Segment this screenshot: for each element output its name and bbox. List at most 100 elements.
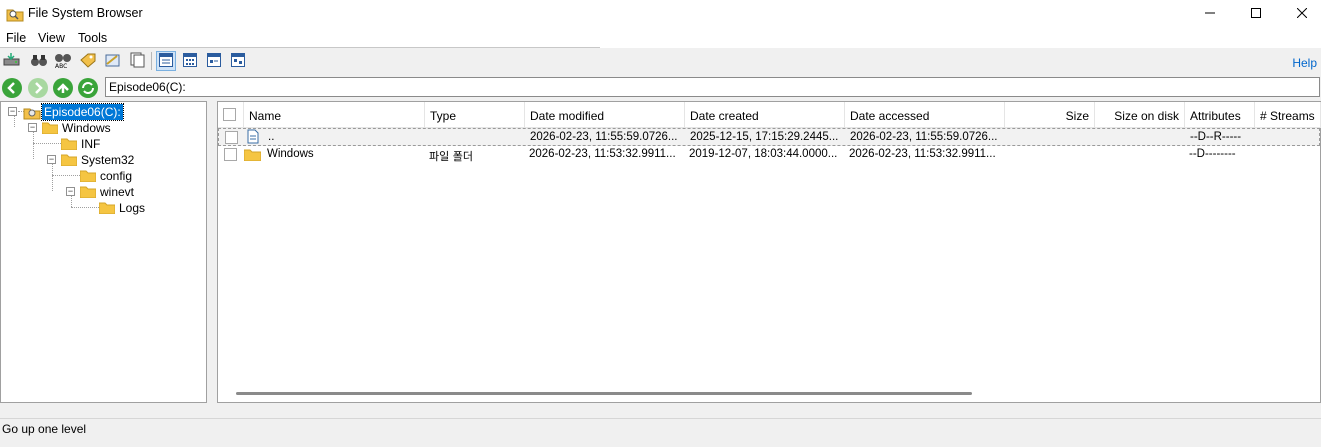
tag-icon — [79, 52, 97, 71]
thumbnails-view-icon — [231, 52, 245, 70]
tree-item-root[interactable]: Episode06(C): — [41, 103, 124, 121]
scrollbar-thumb[interactable] — [236, 392, 972, 395]
list-view-button[interactable] — [204, 51, 224, 71]
tree-connector — [71, 195, 72, 207]
toolbar: ABC Help — [0, 48, 1321, 75]
row-checkbox[interactable] — [224, 148, 237, 161]
window-title: File System Browser — [28, 6, 143, 20]
drive-icon — [23, 104, 41, 123]
cell-date-accessed: 2026-02-23, 11:53:32.9911... — [849, 148, 996, 160]
details-view-button[interactable] — [156, 51, 176, 71]
cell-date-modified: 2026-02-23, 11:55:59.0726... — [530, 131, 678, 143]
row-checkbox[interactable] — [225, 131, 238, 144]
refresh-button[interactable] — [78, 78, 98, 98]
copy-button[interactable] — [127, 51, 147, 71]
cell-attributes: --D-------- — [1189, 148, 1236, 160]
tree-connector — [33, 131, 34, 159]
folder-icon — [243, 148, 262, 164]
help-link[interactable]: Help — [1292, 56, 1317, 70]
back-icon — [2, 82, 22, 101]
app-icon — [6, 6, 24, 22]
tree-item-config[interactable]: config — [100, 169, 132, 183]
details-view-icon — [159, 52, 173, 70]
up-button[interactable] — [53, 78, 73, 98]
back-button[interactable] — [2, 78, 22, 98]
svg-text:ABC: ABC — [55, 63, 67, 69]
close-button[interactable] — [1279, 0, 1321, 28]
tree-connector — [14, 115, 15, 127]
column-name[interactable]: Name — [244, 102, 425, 128]
search-text-icon: ABC — [54, 51, 72, 72]
menu-bar: File View Tools — [0, 28, 1321, 48]
collapse-toggle[interactable]: − — [47, 155, 56, 164]
properties-icon — [104, 52, 122, 71]
folder-icon — [79, 169, 97, 183]
select-all-checkbox[interactable] — [223, 108, 236, 121]
menu-tools[interactable]: Tools — [78, 31, 107, 45]
column-attributes[interactable]: Attributes — [1185, 102, 1255, 128]
close-icon — [1296, 7, 1308, 21]
list-row-parent[interactable]: .. 2026-02-23, 11:55:59.0726... 2025-12-… — [218, 128, 1320, 146]
thumbnails-view-button[interactable] — [228, 51, 248, 71]
find-button[interactable] — [29, 51, 49, 71]
column-size[interactable]: Size — [1005, 102, 1095, 128]
forward-button[interactable] — [28, 78, 48, 98]
column-date-created[interactable]: Date created — [685, 102, 845, 128]
column-streams[interactable]: # Streams — [1255, 102, 1321, 128]
status-bar: Go up one level — [0, 418, 1321, 447]
icons-view-button[interactable] — [180, 51, 200, 71]
copy-icon — [128, 52, 146, 71]
toolbar-separator — [151, 52, 152, 70]
collapse-toggle[interactable]: − — [8, 107, 17, 116]
up-icon — [53, 83, 73, 101]
title-bar: File System Browser — [0, 0, 1321, 28]
folder-icon — [60, 153, 78, 167]
tree-item-system32[interactable]: System32 — [81, 153, 134, 167]
find-text-button[interactable]: ABC — [53, 51, 73, 71]
tree-item-windows[interactable]: Windows — [62, 121, 111, 135]
drive-icon — [3, 52, 21, 71]
status-text: Go up one level — [2, 422, 87, 436]
cell-attributes: --D--R----- — [1190, 131, 1242, 143]
binoculars-icon — [30, 52, 48, 71]
tag-button[interactable] — [78, 51, 98, 71]
tree-item-logs[interactable]: Logs — [119, 201, 145, 215]
folder-icon — [98, 201, 116, 215]
maximize-icon — [1251, 7, 1261, 21]
menu-file[interactable]: File — [6, 31, 26, 45]
tree-connector — [33, 143, 61, 144]
icons-view-icon — [183, 52, 197, 70]
tree-connector — [52, 163, 53, 191]
tree-connector — [52, 175, 80, 176]
column-date-modified[interactable]: Date modified — [525, 102, 685, 128]
cell-date-modified: 2026-02-23, 11:53:32.9911... — [529, 148, 676, 160]
file-list[interactable]: Name Type Date modified Date created Dat… — [217, 101, 1321, 403]
refresh-icon — [78, 82, 98, 101]
address-bar: Episode06(C): — [0, 76, 1321, 100]
maximize-button[interactable] — [1233, 0, 1279, 28]
list-row-windows[interactable]: Windows 파일 폴더 2026-02-23, 11:53:32.9911.… — [218, 146, 1320, 164]
collapse-toggle[interactable]: − — [66, 187, 75, 196]
folder-icon — [79, 185, 97, 199]
menu-view[interactable]: View — [38, 31, 65, 45]
drive-button[interactable] — [2, 51, 22, 71]
properties-button[interactable] — [103, 51, 123, 71]
tree-item-winevt[interactable]: winevt — [100, 185, 134, 199]
minimize-button[interactable] — [1187, 0, 1233, 28]
folder-tree[interactable]: − Episode06(C): − Windows INF − System32… — [0, 101, 207, 403]
list-view-icon — [207, 52, 221, 70]
collapse-toggle[interactable]: − — [28, 123, 37, 132]
forward-icon — [28, 82, 48, 101]
cell-date-created: 2025-12-15, 17:15:29.2445... — [690, 131, 839, 143]
list-header: Name Type Date modified Date created Dat… — [218, 102, 1321, 128]
cell-name: Windows — [267, 148, 314, 160]
cell-date-accessed: 2026-02-23, 11:55:59.0726... — [850, 131, 998, 143]
column-type[interactable]: Type — [425, 102, 525, 128]
select-all-column[interactable] — [218, 102, 244, 128]
address-input[interactable]: Episode06(C): — [105, 77, 1320, 97]
document-icon — [247, 129, 259, 147]
tree-item-inf[interactable]: INF — [81, 137, 100, 151]
folder-icon — [41, 121, 59, 135]
column-size-on-disk[interactable]: Size on disk — [1095, 102, 1185, 128]
column-date-accessed[interactable]: Date accessed — [845, 102, 1005, 128]
